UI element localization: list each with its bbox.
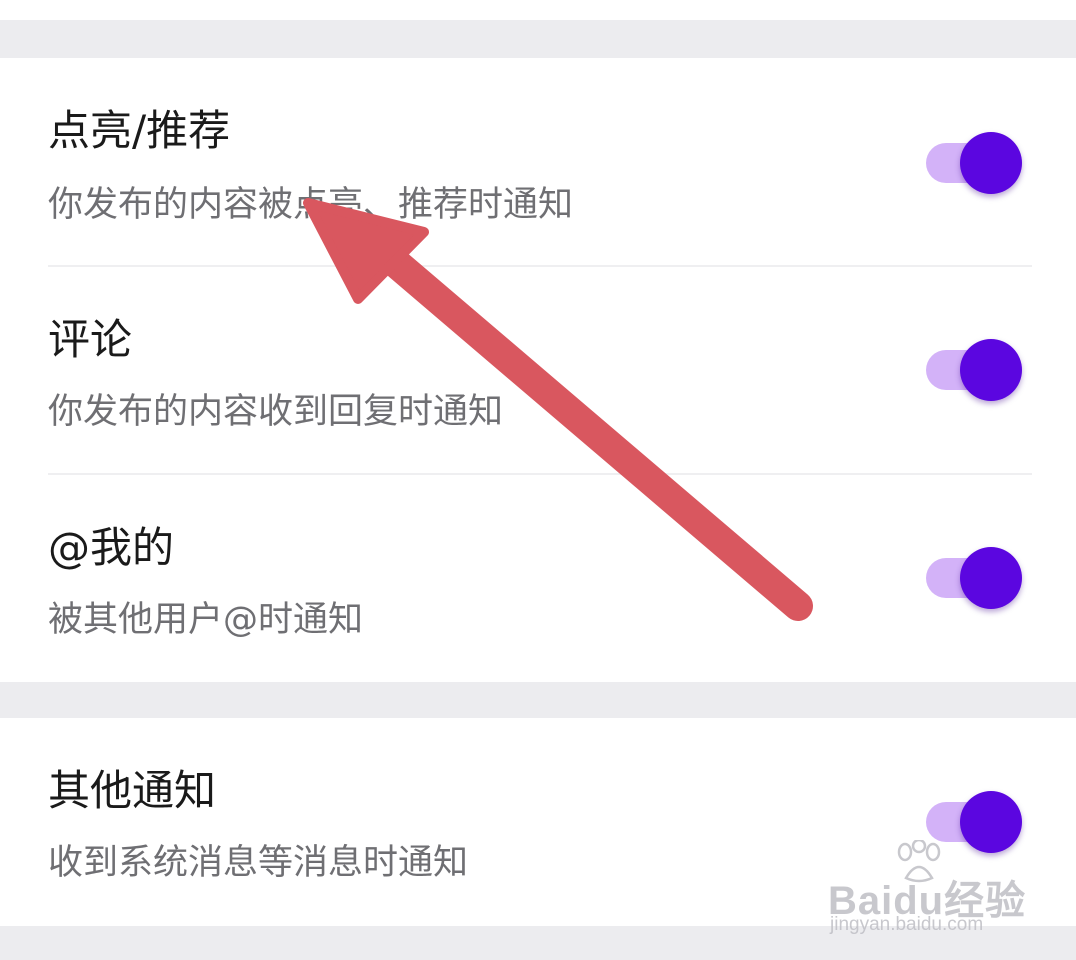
notification-settings-page: 点亮/推荐 你发布的内容被点亮、推荐时通知 评论 你发布的内容收到回复时通知 @… — [0, 0, 1076, 960]
setting-title: 其他通知 — [48, 766, 217, 815]
toggle-knob — [960, 132, 1022, 194]
mentions-toggle[interactable] — [922, 546, 1026, 610]
comments-toggle[interactable] — [922, 338, 1026, 402]
baidu-jingyan-watermark: Baidu经验 jingyan.baidu.com — [824, 840, 1044, 940]
likes-recommend-toggle[interactable] — [922, 131, 1026, 195]
section-gap — [0, 682, 1076, 718]
setting-title: @我的 — [48, 523, 175, 572]
toggle-knob — [960, 339, 1022, 401]
setting-description: 你发布的内容收到回复时通知 — [48, 392, 504, 432]
setting-row-mentions: @我的 被其他用户@时通知 — [0, 475, 1076, 682]
toggle-knob — [960, 547, 1022, 609]
watermark-url: jingyan.baidu.com — [830, 914, 984, 935]
setting-row-comments: 评论 你发布的内容收到回复时通知 — [0, 267, 1076, 473]
setting-description: 收到系统消息等消息时通知 — [48, 843, 469, 883]
setting-description: 你发布的内容被点亮、推荐时通知 — [48, 185, 574, 225]
section-gap — [0, 20, 1076, 58]
setting-description: 被其他用户@时通知 — [48, 600, 364, 640]
setting-title: 点亮/推荐 — [48, 106, 231, 155]
setting-row-likes-recommend: 点亮/推荐 你发布的内容被点亮、推荐时通知 — [0, 58, 1076, 266]
setting-title: 评论 — [48, 315, 133, 364]
